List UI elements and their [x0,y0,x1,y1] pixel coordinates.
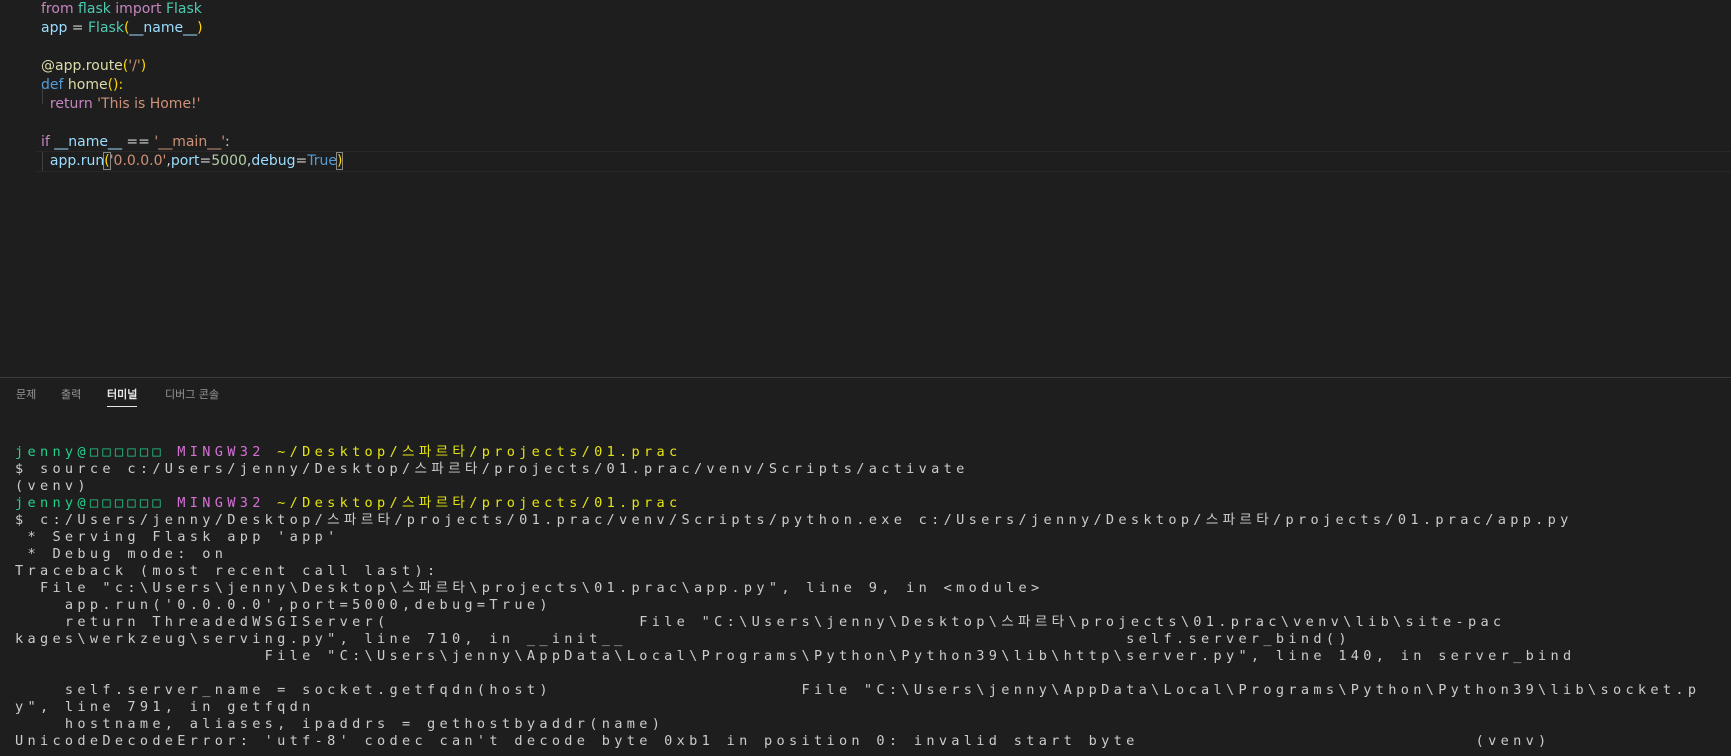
code-token: (): [107,77,124,93]
code-token: = [295,153,308,169]
terminal-text: return ThreadedWSGIServer( File "C:\User… [15,614,1506,630]
terminal-line: jenny@□□□□□□ MINGW32 ~/Desktop/스파르타/proj… [15,444,1725,461]
terminal-line: UnicodeDecodeError: 'utf-8' codec can't … [15,733,1725,750]
code-token: app [41,20,68,36]
code-token: import [115,1,162,17]
code-token: ) [335,152,344,170]
code-token: Flask [88,20,124,36]
terminal-line: File "C:\Users\jenny\AppData\Local\Progr… [15,648,1725,665]
code-line[interactable]: def home(): [41,76,123,95]
terminal-text: MINGW32 [177,495,278,511]
terminal-text: app.run('0.0.0.0',port=5000,debug=True) [15,597,552,613]
terminal-text: File "C:\Users\jenny\AppData\Local\Progr… [15,648,1576,664]
terminal-line: $ c:/Users/jenny/Desktop/스파르타/projects/0… [15,512,1725,529]
code-line[interactable]: if __name__ == '__main__': [41,133,230,152]
code-token: __name__ [49,134,122,150]
terminal-text: $ source c:/Users/jenny/Desktop/스파르타/pro… [15,461,969,477]
code-token: flask [73,1,116,17]
code-token: __name__ [129,20,198,36]
code-token: return [41,96,93,112]
terminal-text: ~/Desktop/스파르타/projects/01.prac [277,495,682,511]
terminal-line: kages\werkzeug\serving.py", line 710, in… [15,631,1725,648]
terminal-text: (venv) [15,478,90,494]
tab-output[interactable]: 출력 [61,388,81,406]
terminal-text: UnicodeDecodeError: 'utf-8' codec can't … [15,733,1551,749]
terminal-text: ~/Desktop/스파르타/projects/01.prac [277,444,682,460]
terminal-text: * Serving Flask app 'app' [15,529,340,545]
code-token: port [170,153,200,169]
terminal-line: app.run('0.0.0.0',port=5000,debug=True) [15,597,1725,614]
code-token: home [63,77,108,93]
terminal-text: File "c:\Users\jenny\Desktop\스파르타\projec… [15,580,1044,596]
terminal-text: MINGW32 [177,444,278,460]
code-token: = [199,153,212,169]
code-token: ) [197,20,203,36]
code-token: debug [251,153,296,169]
code-line[interactable]: from flask import Flask [41,0,202,19]
terminal-text: y", line 791, in getfqdn [15,699,315,715]
terminal-line: $ source c:/Users/jenny/Desktop/스파르타/pro… [15,461,1725,478]
tab-debug-console[interactable]: 디버그 콘솔 [165,388,219,406]
code-token: app.run [41,153,105,169]
terminal-line: y", line 791, in getfqdn [15,699,1725,716]
code-token: if [41,134,50,150]
code-token: Flask [161,1,202,17]
terminal-line: * Debug mode: on [15,546,1725,563]
terminal-line: * Serving Flask app 'app' [15,529,1725,546]
panel-divider[interactable] [0,377,1731,378]
code-token: def [41,77,64,93]
code-editor[interactable]: from flask import Flask app = Flask(__nam… [0,0,1731,377]
code-token: 'This is Home!' [92,96,201,112]
terminal-line: Traceback (most recent call last): [15,563,1725,580]
terminal-line: File "c:\Users\jenny\Desktop\스파르타\projec… [15,580,1725,597]
code-token: '__main__' [154,134,226,150]
code-token: ) [140,58,147,74]
code-token: = [67,20,88,36]
code-token: '0.0.0.0' [109,153,167,169]
terminal-output[interactable]: jenny@□□□□□□ MINGW32 ~/Desktop/스파르타/proj… [15,444,1725,750]
tab-problems[interactable]: 문제 [16,388,36,406]
code-line[interactable]: return 'This is Home!' [41,95,201,114]
code-token: 5000 [211,153,247,169]
terminal-text: hostname, aliases, ipaddrs = gethostbyad… [15,716,665,732]
tab-terminal[interactable]: 터미널 [107,388,138,407]
code-token: : [225,134,230,150]
terminal-text: jenny@□□□□□□ [15,444,178,460]
code-token: == [121,134,155,150]
code-token: from [41,1,74,17]
code-token: True [307,153,337,169]
terminal-line: jenny@□□□□□□ MINGW32 ~/Desktop/스파르타/proj… [15,495,1725,512]
code-line[interactable]: @app.route('/') [41,57,146,76]
terminal-line: self.server_name = socket.getfqdn(host) … [15,682,1725,699]
terminal-text: kages\werkzeug\serving.py", line 710, in… [15,631,1351,647]
code-token: @app.route [41,58,123,74]
terminal-text: jenny@□□□□□□ [15,495,178,511]
terminal-line: (venv) [15,478,1725,495]
terminal-text: * Debug mode: on [15,546,228,562]
terminal-line: hostname, aliases, ipaddrs = gethostbyad… [15,716,1725,733]
code-line[interactable]: app.run('0.0.0.0',port=5000,debug=True) [41,152,344,171]
terminal-text: self.server_name = socket.getfqdn(host) … [15,682,1701,698]
terminal-text: Traceback (most recent call last): [15,563,440,579]
code-token: '/' [128,58,141,74]
terminal-line: return ThreadedWSGIServer( File "C:\User… [15,614,1725,631]
terminal-text: $ c:/Users/jenny/Desktop/스파르타/projects/0… [15,512,1573,528]
panel-tab-bar: 문제 출력 터미널 디버그 콘솔 [0,380,1731,410]
code-line[interactable]: app = Flask(__name__) [41,19,203,38]
